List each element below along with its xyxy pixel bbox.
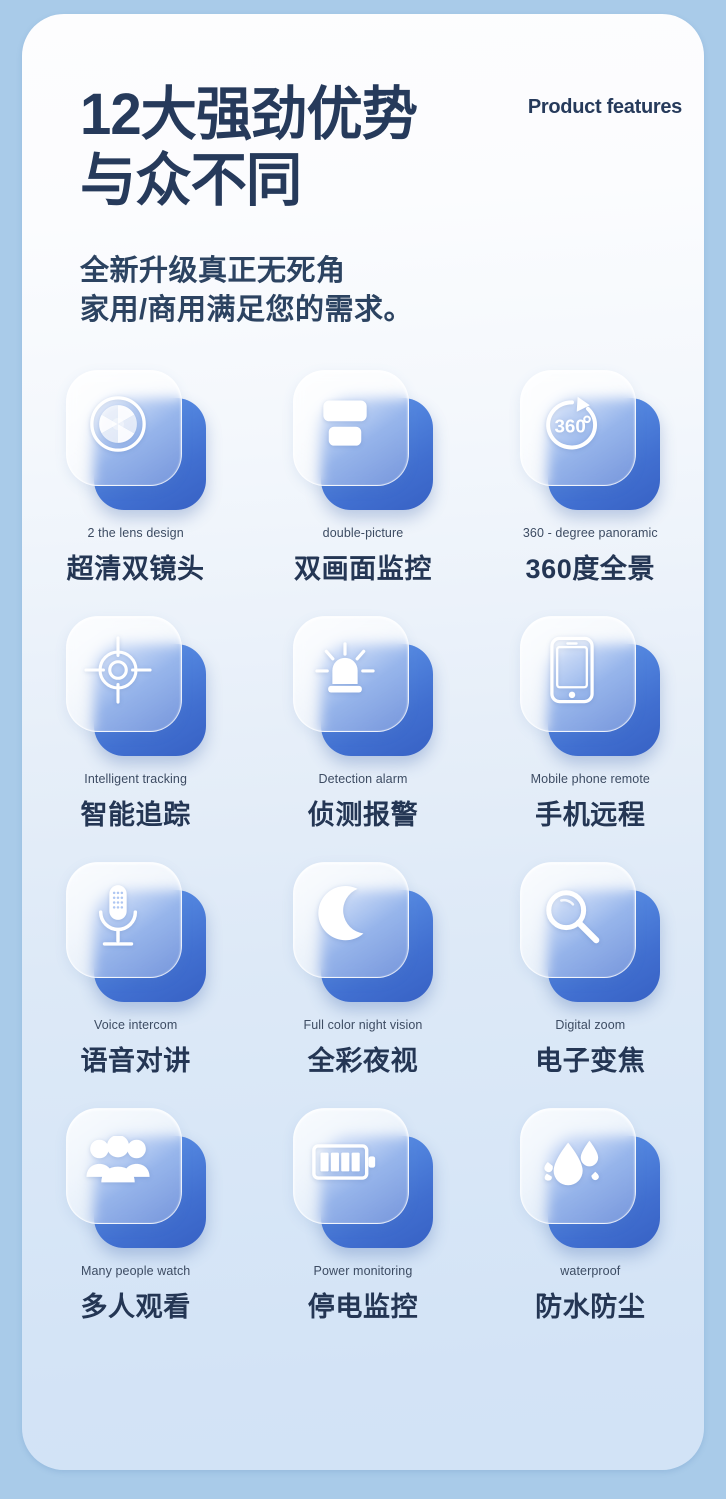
product-features-badge: Product features: [527, 96, 682, 118]
page-subtitle: 全新升级真正无死角 家用/商用满足您的需求。: [80, 255, 414, 326]
feature-label-cn: 双画面监控: [293, 554, 432, 584]
feature-icon-tile: [287, 612, 439, 764]
feature-item[interactable]: Intelligent tracking 智能追踪: [22, 612, 249, 832]
feature-icon-tile: [60, 612, 212, 764]
icon-glass-plate: [520, 616, 637, 732]
icon-glass-plate: [65, 1108, 182, 1224]
feature-item[interactable]: Detection alarm 侦测报警: [249, 612, 476, 832]
feature-item[interactable]: Digital zoom 电子变焦: [477, 858, 704, 1078]
feature-icon-tile: [514, 1104, 666, 1256]
feature-icon-tile: [287, 858, 439, 1010]
feature-icon-tile: [60, 1104, 212, 1256]
feature-icon-tile: [514, 612, 666, 764]
feature-label-en: waterproof: [560, 1264, 621, 1278]
icon-glass-plate: [65, 370, 182, 486]
feature-label-cn: 停电监控: [307, 1292, 419, 1322]
page-title: 12大强劲优势 与众不同: [80, 82, 418, 214]
feature-icon-tile: [287, 1104, 439, 1256]
content-panel: 12大强劲优势 与众不同 Product features 全新升级真正无死角 …: [22, 14, 704, 1470]
feature-label-cn: 手机远程: [535, 800, 646, 830]
feature-item[interactable]: waterproof 防水防尘: [477, 1104, 704, 1324]
icon-glass-plate: [292, 1108, 409, 1224]
icon-glass-plate: [292, 370, 409, 486]
feature-label-cn: 智能追踪: [80, 800, 191, 830]
feature-label-cn: 语音对讲: [80, 1046, 191, 1076]
header: 12大强劲优势 与众不同 Product features 全新升级真正无死角 …: [22, 14, 704, 344]
feature-label-en: Many people watch: [80, 1264, 191, 1278]
feature-label-cn: 电子变焦: [535, 1046, 646, 1076]
product-feature-poster: 12大强劲优势 与众不同 Product features 全新升级真正无死角 …: [0, 0, 726, 1499]
icon-glass-plate: [65, 616, 182, 732]
icon-glass-plate: [520, 1108, 637, 1224]
feature-label-en: double-picture: [322, 526, 404, 540]
icon-glass-plate: [292, 862, 409, 978]
feature-label-cn: 侦测报警: [307, 800, 419, 830]
feature-icon-tile: [287, 366, 439, 518]
feature-item[interactable]: Many people watch 多人观看: [22, 1104, 249, 1324]
feature-item[interactable]: 360 360 - degree panoramic 360度全景: [477, 366, 704, 586]
feature-label-en: Power monitoring: [313, 1264, 413, 1278]
icon-glass-plate: [292, 616, 409, 732]
feature-grid: 2 the lens design 超清双镜头 double-picture 双画面…: [22, 366, 704, 1324]
feature-icon-tile: [60, 366, 212, 518]
feature-icon-tile: 360: [514, 366, 666, 518]
feature-item[interactable]: double-picture 双画面监控: [249, 366, 476, 586]
feature-label-en: Full color night vision: [303, 1018, 423, 1032]
feature-item[interactable]: Full color night vision 全彩夜视: [249, 858, 476, 1078]
feature-item[interactable]: Power monitoring 停电监控: [249, 1104, 476, 1324]
feature-icon-tile: [514, 858, 666, 1010]
feature-label-en: 360 - degree panoramic: [522, 526, 658, 540]
feature-item[interactable]: 2 the lens design 超清双镜头: [22, 366, 249, 586]
feature-item[interactable]: Voice intercom 语音对讲: [22, 858, 249, 1078]
feature-label-cn: 全彩夜视: [307, 1046, 419, 1076]
feature-label-cn: 360度全景: [525, 554, 656, 584]
icon-glass-plate: [520, 862, 637, 978]
feature-label-cn: 多人观看: [80, 1292, 191, 1322]
feature-label-en: 2 the lens design: [87, 526, 184, 540]
icon-glass-plate: [65, 862, 182, 978]
feature-label-cn: 超清双镜头: [66, 554, 205, 584]
feature-label-cn: 防水防尘: [535, 1292, 646, 1322]
feature-label-en: Digital zoom: [555, 1018, 626, 1032]
feature-icon-tile: [60, 858, 212, 1010]
feature-label-en: Voice intercom: [93, 1018, 178, 1032]
feature-label-en: Mobile phone remote: [530, 772, 650, 786]
feature-label-en: Intelligent tracking: [84, 772, 188, 786]
feature-label-en: Detection alarm: [318, 772, 408, 786]
feature-item[interactable]: Mobile phone remote 手机远程: [477, 612, 704, 832]
icon-glass-plate: [520, 370, 637, 486]
